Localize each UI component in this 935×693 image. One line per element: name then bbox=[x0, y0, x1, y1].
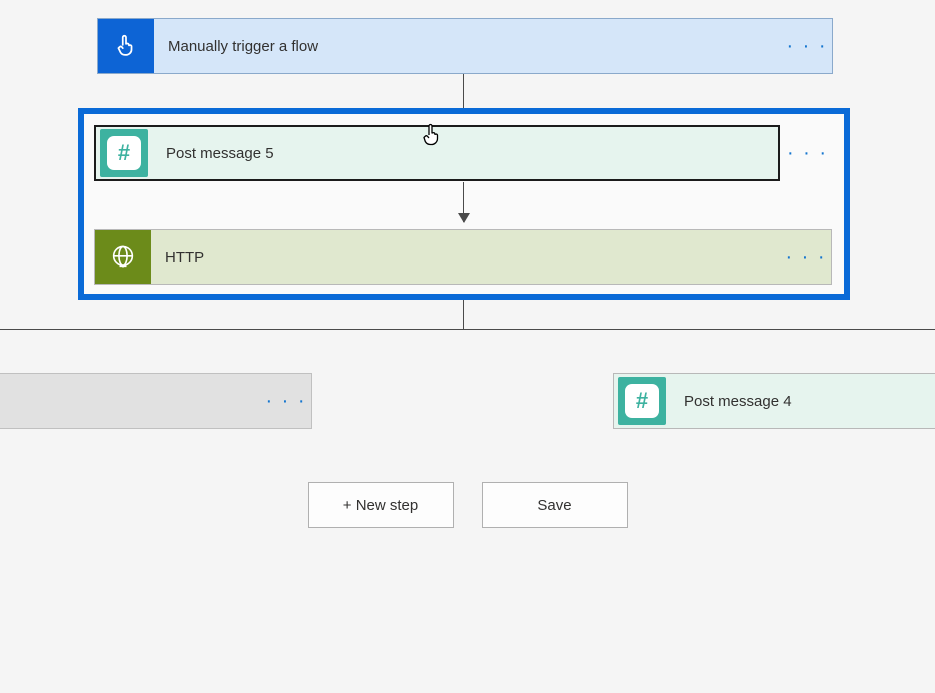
globe-icon bbox=[95, 230, 151, 284]
manual-trigger-icon bbox=[98, 19, 154, 73]
slack-icon: # bbox=[100, 129, 148, 177]
connector-arrow bbox=[463, 182, 464, 222]
post-message-4-label: Post message 4 bbox=[670, 393, 935, 410]
new-step-button[interactable]: + New step bbox=[308, 482, 454, 528]
flow-designer-canvas[interactable]: Manually trigger a flow · · · # Post mes… bbox=[0, 0, 935, 693]
connector-line bbox=[463, 300, 464, 330]
http-ellipsis-icon[interactable]: · · · bbox=[781, 230, 831, 284]
post-message-5-label: Post message 5 bbox=[152, 145, 778, 162]
trigger-ellipsis-icon[interactable]: · · · bbox=[782, 19, 832, 73]
left-branch-card-cropped[interactable]: · · · bbox=[0, 373, 312, 429]
http-card[interactable]: HTTP · · · bbox=[94, 229, 832, 285]
branch-connector-line bbox=[0, 329, 935, 330]
left-branch-ellipsis-icon[interactable]: · · · bbox=[261, 374, 311, 428]
trigger-label: Manually trigger a flow bbox=[154, 38, 782, 55]
post-message-5-ellipsis-icon[interactable]: · · · bbox=[780, 125, 835, 181]
slack-icon: # bbox=[618, 377, 666, 425]
footer-button-row: + New step Save bbox=[0, 482, 935, 528]
save-button[interactable]: Save bbox=[482, 482, 628, 528]
post-message-5-card[interactable]: # Post message 5 bbox=[94, 125, 780, 181]
trigger-card[interactable]: Manually trigger a flow · · · bbox=[97, 18, 833, 74]
http-label: HTTP bbox=[151, 249, 781, 266]
post-message-4-card[interactable]: # Post message 4 bbox=[613, 373, 935, 429]
